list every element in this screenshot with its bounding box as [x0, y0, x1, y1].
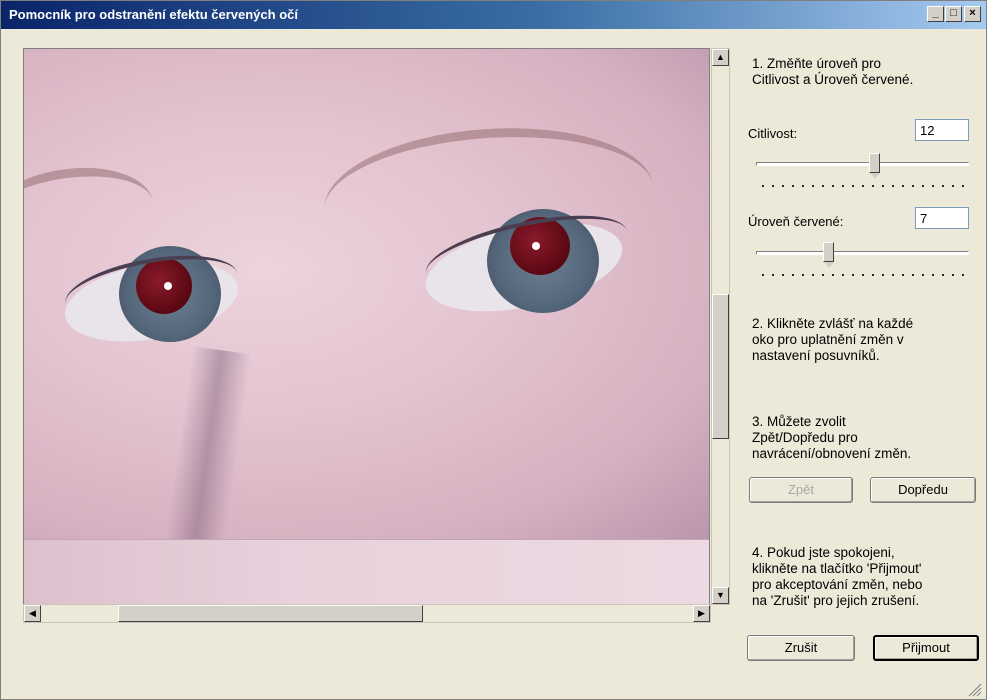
- photo-viewer[interactable]: [23, 48, 710, 605]
- vertical-scrollbar[interactable]: ▲ ▼: [711, 48, 730, 605]
- maximize-icon[interactable]: □: [945, 6, 962, 22]
- window-title: Pomocník pro odstranění efektu červených…: [9, 7, 298, 22]
- cancel-button[interactable]: Zrušit: [747, 635, 855, 661]
- close-icon[interactable]: ×: [964, 6, 981, 22]
- scroll-up-icon[interactable]: ▲: [712, 49, 729, 66]
- accept-button[interactable]: Přijmout: [873, 635, 979, 661]
- left-eyebrow: [24, 157, 160, 271]
- vertical-scroll-thumb[interactable]: [712, 294, 729, 439]
- sensitivity-label: Citlivost:: [748, 126, 798, 141]
- red-level-input[interactable]: [915, 207, 969, 229]
- instruction-step1: 1. Změňte úroveň pro Citlivost a Úroveň …: [752, 56, 914, 87]
- redo-button[interactable]: Dopředu: [870, 477, 976, 503]
- sensitivity-slider-track[interactable]: [756, 162, 969, 166]
- scroll-left-icon[interactable]: ◀: [24, 605, 41, 622]
- minimize-icon[interactable]: _: [927, 6, 944, 22]
- resize-grip-icon[interactable]: [966, 681, 982, 697]
- red-level-slider-ticks: [758, 273, 968, 277]
- undo-button[interactable]: Zpět: [749, 477, 853, 503]
- sensitivity-slider-thumb[interactable]: [869, 153, 881, 179]
- photo-canvas[interactable]: [24, 49, 709, 539]
- face-shadow: [156, 346, 252, 539]
- instruction-step3: 3. Můžete zvolit Zpět/Dopředu pro navrác…: [752, 414, 912, 461]
- instruction-step4: 4. Pokud jste spokojeni, klikněte na tla…: [752, 545, 923, 608]
- sensitivity-input[interactable]: [915, 119, 969, 141]
- instruction-step2: 2. Klikněte zvlášť na každé oko pro upla…: [752, 316, 914, 363]
- horizontal-scrollbar[interactable]: ◀ ▶: [23, 604, 711, 623]
- red-level-slider-thumb[interactable]: [822, 242, 834, 268]
- red-eye-wizard-window: Pomocník pro odstranění efektu červených…: [0, 0, 987, 700]
- title-bar[interactable]: Pomocník pro odstranění efektu červených…: [1, 1, 986, 29]
- scroll-down-icon[interactable]: ▼: [712, 587, 729, 604]
- horizontal-scroll-thumb[interactable]: [118, 605, 423, 622]
- photo-lower-area[interactable]: [24, 539, 709, 604]
- sensitivity-slider-ticks: [758, 184, 968, 188]
- red-level-label: Úroveň červené:: [748, 214, 844, 229]
- red-level-slider-track[interactable]: [756, 251, 969, 255]
- scroll-right-icon[interactable]: ▶: [693, 605, 710, 622]
